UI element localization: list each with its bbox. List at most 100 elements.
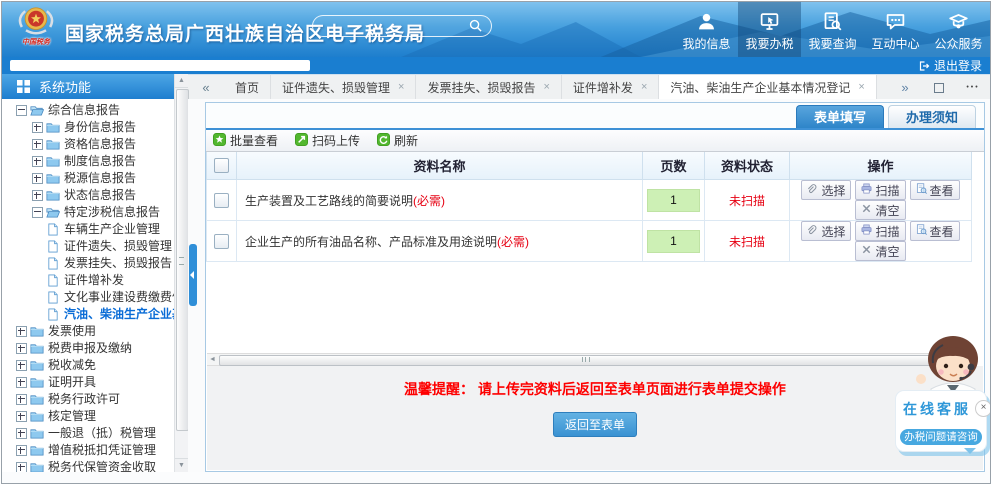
tree-item[interactable]: 税收减免 — [2, 357, 174, 374]
tree-item[interactable]: 制度信息报告 — [2, 153, 174, 170]
tree-item[interactable]: 文化事业建设费缴费信息报告 — [2, 289, 174, 306]
horizontal-scrollbar-thumb[interactable] — [219, 355, 950, 366]
expand-plus-icon[interactable] — [16, 343, 27, 354]
tree-item[interactable]: 身份信息报告 — [2, 119, 174, 136]
expand-plus-icon[interactable] — [16, 462, 27, 472]
sidebar-collapse-handle[interactable] — [189, 244, 197, 306]
expand-plus-icon[interactable] — [16, 377, 27, 388]
tree-item[interactable]: 税务代保管资金收取 — [2, 459, 174, 472]
tree-item-label: 税务行政许可 — [48, 391, 120, 408]
view-button[interactable]: 查看 — [910, 180, 960, 200]
clear-button[interactable]: 清空 — [855, 200, 905, 220]
scroll-up-icon[interactable]: ▲ — [175, 74, 188, 88]
top-nav-item[interactable]: 公众服务 — [927, 2, 990, 57]
expand-plus-icon[interactable] — [16, 428, 27, 439]
file-icon — [46, 308, 60, 321]
tree-item[interactable]: 一般退（抵）税管理 — [2, 425, 174, 442]
clear-button[interactable]: 清空 — [855, 241, 905, 261]
expand-plus-icon[interactable] — [32, 139, 43, 150]
sidebar-scrollbar[interactable]: ▲ ▼ — [174, 74, 188, 472]
tree-item[interactable]: 税源信息报告 — [2, 170, 174, 187]
tree-item[interactable]: 汽油、柴油生产企业基本情况登记 — [2, 306, 174, 323]
select-all-checkbox[interactable] — [214, 158, 229, 173]
tree-item[interactable]: 车辆生产企业管理 — [2, 221, 174, 238]
grid-icon — [17, 80, 30, 93]
online-service-bubble[interactable]: 在线客服 × 办税问题请咨询 — [895, 390, 987, 452]
toolbar-scan-upload-button[interactable]: 扫码上传 — [295, 132, 360, 149]
workspace-tab[interactable]: 汽油、柴油生产企业基本情况登记× — [659, 75, 876, 99]
row-select-cell — [207, 180, 237, 221]
expand-plus-icon[interactable] — [16, 360, 27, 371]
top-nav-item[interactable]: 互动中心 — [864, 2, 927, 57]
sidebar: 综合信息报告身份信息报告资格信息报告制度信息报告税源信息报告状态信息报告特定涉税… — [2, 99, 174, 472]
scroll-down-icon[interactable]: ▼ — [175, 458, 188, 472]
expand-plus-icon[interactable] — [16, 394, 27, 405]
expand-plus-icon[interactable] — [32, 156, 43, 167]
sidebar-header[interactable]: 系统功能 — [2, 74, 174, 99]
attach-select-button[interactable]: 选择 — [801, 221, 851, 241]
search-icon[interactable] — [469, 19, 482, 32]
close-tab-icon[interactable]: × — [543, 81, 549, 93]
actions-cell: 选择扫描查看清空 — [790, 180, 972, 221]
tree-item[interactable]: 综合信息报告 — [2, 102, 174, 119]
tree-item[interactable]: 发票使用 — [2, 323, 174, 340]
tree-item[interactable]: 税费申报及缴纳 — [2, 340, 174, 357]
tree-item[interactable]: 特定涉税信息报告 — [2, 204, 174, 221]
toolbar-batch-view-button[interactable]: 批量查看 — [213, 132, 278, 149]
close-icon[interactable]: × — [975, 400, 991, 417]
expand-plus-icon[interactable] — [32, 173, 43, 184]
tree-item[interactable]: 核定管理 — [2, 408, 174, 425]
tree-item[interactable]: 税务行政许可 — [2, 391, 174, 408]
tab-form-fill[interactable]: 表单填写 — [796, 105, 884, 128]
view-button[interactable]: 查看 — [910, 221, 960, 241]
tree-item[interactable]: 增值税抵扣凭证管理 — [2, 442, 174, 459]
chat-icon — [885, 11, 906, 35]
expand-plus-icon[interactable] — [32, 122, 43, 133]
tree-item[interactable]: 证件遗失、损毁管理 — [2, 238, 174, 255]
header-search[interactable] — [312, 15, 492, 37]
search-input[interactable] — [323, 17, 467, 35]
row-checkbox[interactable] — [214, 193, 229, 208]
expand-plus-icon[interactable] — [32, 190, 43, 201]
collapse-minus-icon[interactable] — [32, 207, 43, 218]
logout-button[interactable]: 退出登录 — [918, 57, 982, 74]
collapse-tabs-button[interactable]: « — [188, 75, 224, 99]
workspace-tab[interactable]: 证件遗失、损毁管理× — [271, 75, 416, 99]
close-tab-icon[interactable]: × — [398, 81, 404, 93]
maximize-tab-button[interactable] — [922, 80, 956, 95]
tree-item[interactable]: 证明开具 — [2, 374, 174, 391]
workspace-tab[interactable]: 证件增补发× — [562, 75, 659, 99]
workspace-tab[interactable]: 发票挂失、损毁报告× — [416, 75, 561, 99]
tree-item[interactable]: 资格信息报告 — [2, 136, 174, 153]
horizontal-scrollbar[interactable]: ◄ — [207, 353, 970, 366]
expand-plus-icon[interactable] — [16, 326, 27, 337]
more-tabs-button[interactable]: ••• — [956, 84, 990, 91]
folder-icon — [46, 189, 60, 202]
expand-tabs-button[interactable]: » — [888, 80, 922, 95]
attach-select-button[interactable]: 选择 — [801, 180, 851, 200]
expand-plus-icon[interactable] — [16, 411, 27, 422]
tree-item[interactable]: 证件增补发 — [2, 272, 174, 289]
workspace-tab[interactable]: 首页 — [224, 75, 271, 99]
folder-icon — [46, 172, 60, 185]
top-nav-item[interactable]: 我的信息 — [675, 2, 738, 57]
expand-plus-icon[interactable] — [16, 445, 27, 456]
tab-instructions[interactable]: 办理须知 — [888, 105, 976, 128]
row-checkbox[interactable] — [214, 234, 229, 249]
clear-icon — [861, 244, 872, 258]
tree-item[interactable]: 发票挂失、损毁报告 — [2, 255, 174, 272]
collapse-minus-icon[interactable] — [16, 105, 27, 116]
top-nav-item[interactable]: 我要查询 — [801, 2, 864, 57]
form-tab-strip: 表单填写 办理须知 — [206, 103, 984, 130]
return-to-form-button[interactable]: 返回至表单 — [553, 412, 637, 437]
toolbar-refresh-button[interactable]: 刷新 — [377, 132, 418, 149]
scan-button[interactable]: 扫描 — [855, 180, 905, 200]
close-tab-icon[interactable]: × — [641, 81, 647, 93]
required-badge: (必需) — [497, 235, 529, 249]
scan-button[interactable]: 扫描 — [855, 221, 905, 241]
tree-item[interactable]: 状态信息报告 — [2, 187, 174, 204]
scroll-left-icon[interactable]: ◄ — [207, 354, 218, 365]
top-nav-item[interactable]: 我要办税 — [738, 2, 801, 57]
reminder-text: 温馨提醒： 请上传完资料后返回至表单页面进行表单提交操作 — [207, 379, 983, 399]
close-tab-icon[interactable]: × — [858, 81, 864, 93]
